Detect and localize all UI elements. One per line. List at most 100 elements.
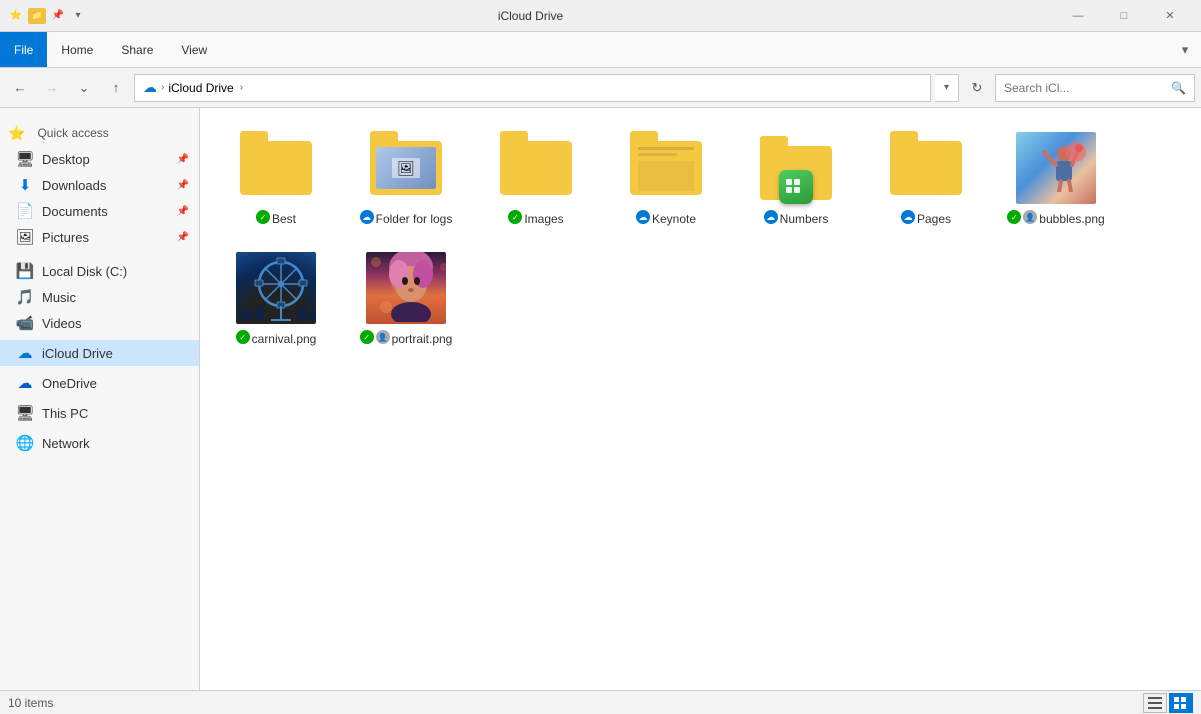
sidebar-item-desktop[interactable]: 🖥 Desktop 📌: [0, 146, 199, 172]
tab-view[interactable]: View: [167, 32, 221, 67]
content-area: ✓ Best 🖼: [200, 108, 1201, 690]
videos-icon: 📹: [16, 314, 34, 332]
minimize-button[interactable]: —: [1055, 0, 1101, 32]
file-item-folder-for-logs[interactable]: 🖼 ☁ Folder for logs: [346, 124, 466, 234]
refresh-button[interactable]: ↻: [963, 74, 991, 102]
file-name-row-folder-for-logs: ☁ Folder for logs: [360, 208, 453, 226]
carnival-thumbnail: [236, 252, 316, 324]
file-item-images[interactable]: ✓ Images: [476, 124, 596, 234]
person-icon-portrait: 👤: [376, 330, 390, 344]
file-item-name-keynote: Keynote: [652, 212, 696, 226]
sidebar-item-documents[interactable]: 📄 Documents 📌: [0, 198, 199, 224]
file-item-pages[interactable]: ☁ Pages: [866, 124, 986, 234]
sidebar-item-this-pc[interactable]: 🖥 This PC: [0, 400, 199, 426]
address-dropdown-button[interactable]: ▾: [935, 74, 959, 102]
path-icloud-drive: iCloud Drive: [168, 81, 233, 95]
sidebar-item-downloads[interactable]: ⬇ Downloads 📌: [0, 172, 199, 198]
search-icon: 🔍: [1171, 81, 1186, 95]
file-item-name-carnival: carnival.png: [252, 332, 317, 346]
up-button[interactable]: ↑: [102, 74, 130, 102]
thumbnail-carnival: [236, 252, 316, 324]
window-controls: — □ ✕: [1055, 0, 1193, 32]
recent-locations-button[interactable]: ⌄: [70, 74, 98, 102]
folder-icon-folder-for-logs: 🖼: [366, 132, 446, 204]
window-title: iCloud Drive: [12, 9, 1049, 23]
sidebar-item-network[interactable]: 🌐 Network: [0, 430, 199, 456]
sidebar-item-icloud-drive[interactable]: ☁ iCloud Drive: [0, 340, 199, 366]
file-item-name-best: Best: [272, 212, 296, 226]
sidebar-label-music: Music: [42, 290, 76, 305]
music-icon: 🎵: [16, 288, 34, 306]
folder-icon-images: [496, 132, 576, 204]
tab-share[interactable]: Share: [107, 32, 167, 67]
sidebar-label-documents: Documents: [42, 204, 108, 219]
file-item-name-portrait: portrait.png: [392, 332, 453, 346]
file-item-name-folder-for-logs: Folder for logs: [376, 212, 453, 226]
downloads-icon: ⬇: [16, 176, 34, 194]
folder-icon-pages: [886, 132, 966, 204]
sync-done-icon-portrait: ✓: [360, 330, 374, 344]
desktop-icon: 🖥: [16, 150, 34, 168]
file-name-row-portrait: ✓ 👤 portrait.png: [360, 328, 453, 346]
person-icon-bubbles: 👤: [1023, 210, 1037, 224]
ribbon-expand-icon[interactable]: ▾: [1169, 32, 1201, 67]
close-button[interactable]: ✕: [1147, 0, 1193, 32]
sync-done-icon-best: ✓: [256, 210, 270, 224]
file-name-row-bubbles: ✓ 👤 bubbles.png: [1007, 208, 1104, 226]
sidebar-label-icloud-drive: iCloud Drive: [42, 346, 113, 361]
view-buttons: [1143, 693, 1193, 713]
sync-cloud-icon-keynote: ☁: [636, 210, 650, 224]
file-item-carnival[interactable]: ✓ carnival.png: [216, 244, 336, 354]
documents-icon: 📄: [16, 202, 34, 220]
sidebar-item-videos[interactable]: 📹 Videos: [0, 310, 199, 336]
file-item-portrait[interactable]: ✓ 👤 portrait.png: [346, 244, 466, 354]
address-bar: ← → ⌄ ↑ ☁ › iCloud Drive › ▾ ↻ 🔍: [0, 68, 1201, 108]
file-name-row-pages: ☁ Pages: [901, 208, 951, 226]
file-item-name-images: Images: [524, 212, 563, 226]
forward-button[interactable]: →: [38, 74, 66, 102]
quick-access-label: Quick access: [37, 126, 108, 140]
item-count: 10 items: [8, 696, 53, 710]
sidebar: ⭐ Quick access 🖥 Desktop 📌 ⬇ Downloads 📌…: [0, 108, 200, 690]
file-item-best[interactable]: ✓ Best: [216, 124, 336, 234]
tab-home[interactable]: Home: [47, 32, 107, 67]
sidebar-label-network: Network: [42, 436, 90, 451]
sidebar-item-onedrive[interactable]: ☁ OneDrive: [0, 370, 199, 396]
file-item-bubbles[interactable]: ✓ 👤 bubbles.png: [996, 124, 1116, 234]
file-name-row-keynote: ☁ Keynote: [636, 208, 696, 226]
tab-file[interactable]: File: [0, 32, 47, 67]
file-item-numbers[interactable]: ☁ Numbers: [736, 124, 856, 234]
pin-icon-downloads: 📌: [177, 180, 189, 191]
back-button[interactable]: ←: [6, 74, 34, 102]
details-view-button[interactable]: [1143, 693, 1167, 713]
file-item-keynote[interactable]: ☁ Keynote: [606, 124, 726, 234]
numbers-app-icon: [779, 170, 813, 204]
folder-icon-keynote: [626, 132, 706, 204]
pin-icon-pictures: 📌: [177, 232, 189, 243]
sync-done-icon-images: ✓: [508, 210, 522, 224]
address-path[interactable]: ☁ › iCloud Drive ›: [134, 74, 931, 102]
sync-cloud-icon-folder-for-logs: ☁: [360, 210, 374, 224]
status-bar: 10 items: [0, 690, 1201, 714]
file-item-name-pages: Pages: [917, 212, 951, 226]
onedrive-icon: ☁: [16, 374, 34, 392]
maximize-button[interactable]: □: [1101, 0, 1147, 32]
file-item-name-bubbles: bubbles.png: [1039, 212, 1104, 226]
file-name-row-carnival: ✓ carnival.png: [236, 328, 317, 346]
sync-done-icon-carnival: ✓: [236, 330, 250, 344]
sidebar-item-pictures[interactable]: 🖼 Pictures 📌: [0, 224, 199, 250]
pin-icon-documents: 📌: [177, 206, 189, 217]
sidebar-item-music[interactable]: 🎵 Music: [0, 284, 199, 310]
sidebar-item-local-disk[interactable]: 💾 Local Disk (C:): [0, 258, 199, 284]
sync-cloud-icon-pages: ☁: [901, 210, 915, 224]
search-input[interactable]: [1004, 81, 1167, 95]
file-name-row-images: ✓ Images: [508, 208, 563, 226]
sidebar-label-pictures: Pictures: [42, 230, 89, 245]
thumbnail-portrait: [366, 252, 446, 324]
file-name-row-best: ✓ Best: [256, 208, 296, 226]
this-pc-icon: 🖥: [16, 404, 34, 422]
portrait-thumbnail: [366, 252, 446, 324]
large-icons-view-button[interactable]: [1169, 693, 1193, 713]
network-icon: 🌐: [16, 434, 34, 452]
sidebar-label-desktop: Desktop: [42, 152, 90, 167]
